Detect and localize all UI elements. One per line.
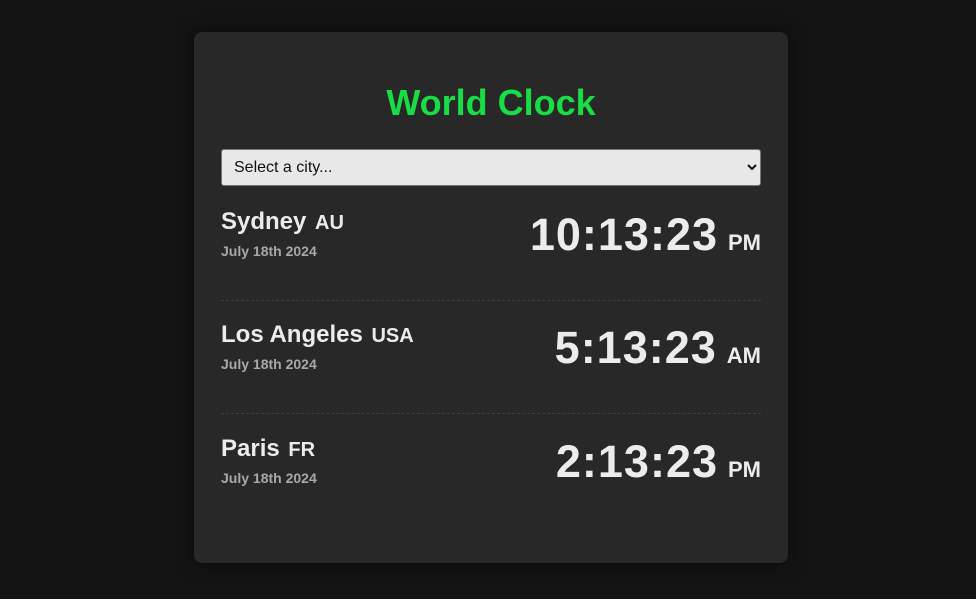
- city-label: Los Angeles: [221, 321, 363, 348]
- clock-row-los-angeles: Los Angeles USA July 18th 2024 5:13:23 AM: [221, 300, 761, 414]
- clock-row-sydney: Sydney AU July 18th 2024 10:13:23 PM: [221, 187, 761, 301]
- clock-time: 10:13:23 PM: [530, 209, 761, 272]
- time-value: 2:13:23: [555, 436, 718, 487]
- time-value: 10:13:23: [529, 209, 718, 260]
- clock-date: July 18th 2024: [221, 243, 317, 259]
- city-name: Paris FR: [221, 435, 315, 464]
- time-period: PM: [728, 230, 761, 255]
- clock-date: July 18th 2024: [221, 470, 317, 486]
- country-code: AU: [315, 212, 344, 234]
- clock-time: 2:13:23 PM: [556, 436, 761, 499]
- city-name: Sydney AU: [221, 208, 344, 237]
- clock-time: 5:13:23 AM: [555, 322, 761, 385]
- time-period: AM: [726, 343, 761, 368]
- world-clock-card: World Clock Select a city... Sydney AU J…: [194, 32, 788, 563]
- time-period: PM: [728, 457, 761, 482]
- city-name: Los Angeles USA: [221, 321, 414, 350]
- city-select[interactable]: Select a city...: [221, 149, 761, 186]
- clock-date: July 18th 2024: [221, 356, 317, 372]
- city-label: Sydney: [221, 208, 307, 235]
- clock-row-paris: Paris FR July 18th 2024 2:13:23 PM: [221, 414, 761, 527]
- page-title: World Clock: [386, 82, 596, 123]
- country-code: USA: [371, 325, 414, 347]
- time-value: 5:13:23: [554, 322, 717, 373]
- country-code: FR: [288, 439, 316, 461]
- city-label: Paris: [221, 435, 280, 462]
